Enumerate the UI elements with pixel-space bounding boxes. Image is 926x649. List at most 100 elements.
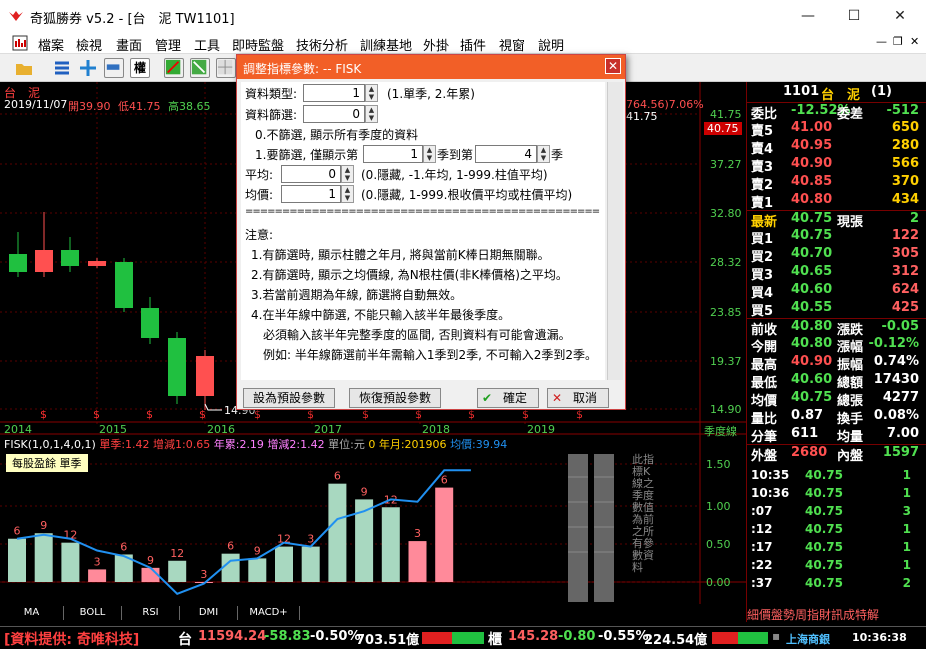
current-price-tag: 40.75 [704,122,742,135]
quote-tabs[interactable]: 細價盤勢周指財訊成特解 [747,606,926,624]
eps-bar [34,533,53,582]
chart-doc-icon[interactable] [12,35,28,51]
ok-button[interactable]: ✔ 確定 [477,388,539,408]
cancel-label: 取消 [572,391,597,405]
mdi-minimize-button[interactable]: — [876,35,887,48]
quote-value: 40.90 [791,156,833,171]
quote-label: 買4 [751,286,774,301]
quote-value: 40.75 [791,211,833,226]
quote-label-right: 總額 [837,376,864,391]
dialog-body: 資料類型: 1 ▲ ▼ (1.單季, 2.年累) 資料篩選: 0 ▲ ▼ 0.不篩選… [241,82,605,380]
grid-icon[interactable] [216,58,236,78]
menu-window[interactable]: 視窗 [499,35,525,54]
avg-stepper[interactable]: ▲ ▼ [341,165,354,183]
tick-time: :22 [751,558,773,572]
indicator-icon[interactable] [190,58,210,78]
quote-value-right: 2 [909,211,919,226]
menu-monitor[interactable]: 即時監盤 [232,35,284,54]
tick-price: 40.75 [805,558,843,572]
eps-bar-label: 9 [40,519,47,532]
menu-view[interactable]: 檢視 [76,35,102,54]
tick-price: 40.75 [805,504,843,518]
tick-price: 40.75 [805,468,843,482]
quarter-to-stepper[interactable]: ▲ ▼ [537,145,550,163]
quote-row: 賣4 40.95 280 [747,138,926,157]
quote-label: 今開 [751,340,778,355]
dialog-title-bar[interactable]: 調整指標參數: -- FISK ✕ [237,55,625,79]
restore-default-button[interactable]: 恢復預設參數 [349,388,441,408]
cursor-mode-icon[interactable]: 權 [130,58,150,78]
tab-rsi[interactable]: RSI [122,606,180,620]
mdi-close-button[interactable]: ✕ [910,35,919,48]
set-default-button[interactable]: 設為預設參數 [243,388,335,408]
quote-label: 賣1 [751,196,774,211]
tick-row: :12 40.75 1 [747,522,926,540]
data-type-stepper[interactable]: ▲ ▼ [365,84,378,102]
tab-boll[interactable]: BOLL [64,606,122,620]
menu-training[interactable]: 訓練基地 [360,35,412,54]
quarter-to-input[interactable]: 4 [475,145,537,163]
quote-row: 分筆 611 均量 7.00 [747,426,926,445]
dialog-scrollbar[interactable] [607,82,623,380]
menu-screen[interactable]: 畫面 [116,35,142,54]
cancel-button[interactable]: ✕ 取消 [547,388,609,408]
price-axis-label: 37.27 [710,158,742,171]
menu-tools[interactable]: 工具 [194,35,220,54]
maximize-button[interactable]: ☐ [834,4,874,28]
quote-value: 2680 [791,445,828,460]
menu-addon[interactable]: 外掛 [423,35,449,54]
layout-icon[interactable] [104,58,124,78]
quote-value-right: 566 [891,156,919,171]
side-note: 此指標K線之季度數值為前之所有參數資料 [632,453,654,574]
chart-type-icon[interactable] [164,58,184,78]
minimize-button[interactable]: — [788,4,828,28]
tick-volume: 2 [902,576,911,590]
period-label[interactable]: 季度線 [704,423,737,439]
year-label: 2018 [422,423,450,436]
filter-input[interactable]: 0 [303,105,365,123]
otc-index-change: -0.80 [558,629,596,644]
price-stepper[interactable]: ▲ ▼ [341,185,354,203]
quote-value: 40.75 [791,228,833,243]
tw-index-value: 11594.24 [198,629,267,644]
quote-value: 40.70 [791,246,833,261]
price-input[interactable]: 1 [281,185,341,203]
quote-label-right: 振幅 [837,358,864,373]
tick-volume: 1 [902,486,911,500]
eps-bar-label: 3 [414,527,421,540]
data-type-input[interactable]: 1 [303,84,365,102]
dialog-close-button[interactable]: ✕ [605,58,621,74]
mdi-restore-button[interactable]: ❐ [893,35,903,48]
tick-volume: 1 [902,468,911,482]
price-axis-label: 19.37 [710,355,742,368]
move-icon[interactable] [78,58,98,78]
quote-header: 1101 台 泥 (1) [747,84,926,103]
menu-file[interactable]: 檔案 [38,35,64,54]
avg-hint: (0.隱藏, -1.年均, 1-999.柱值平均) [361,168,548,182]
tab-dmi[interactable]: DMI [180,606,238,620]
quote-label: 買1 [751,232,774,247]
tick-time: :07 [751,504,773,518]
menu-plugin[interactable]: 插件 [460,35,486,54]
quote-row: 買4 40.60 624 [747,282,926,301]
close-button[interactable]: ✕ [880,4,920,28]
cross-icon: ✕ [552,391,563,405]
list-icon[interactable] [52,58,72,78]
menu-tech-analysis[interactable]: 技術分析 [296,35,348,54]
tab-macd[interactable]: MACD+ [238,606,300,620]
open-folder-icon[interactable] [14,58,34,78]
quarter-from-input[interactable]: 1 [363,145,423,163]
eps-axis-label: 0.50 [706,538,731,551]
menu-manage[interactable]: 管理 [155,35,181,54]
eps-bar [435,487,454,582]
price-axis-label: 14.90 [710,403,742,416]
quarter-from-stepper[interactable]: ▲ ▼ [423,145,436,163]
filter-option-0: 0.不篩選, 顯示所有季度的資料 [255,128,419,142]
eps-bar-label: 6 [120,540,127,553]
quote-label: 量比 [751,412,778,427]
menu-help[interactable]: 說明 [538,35,564,54]
quote-row: 買1 40.75 122 [747,228,926,247]
tab-ma[interactable]: MA [0,606,64,620]
filter-stepper[interactable]: ▲ ▼ [365,105,378,123]
avg-input[interactable]: 0 [281,165,341,183]
